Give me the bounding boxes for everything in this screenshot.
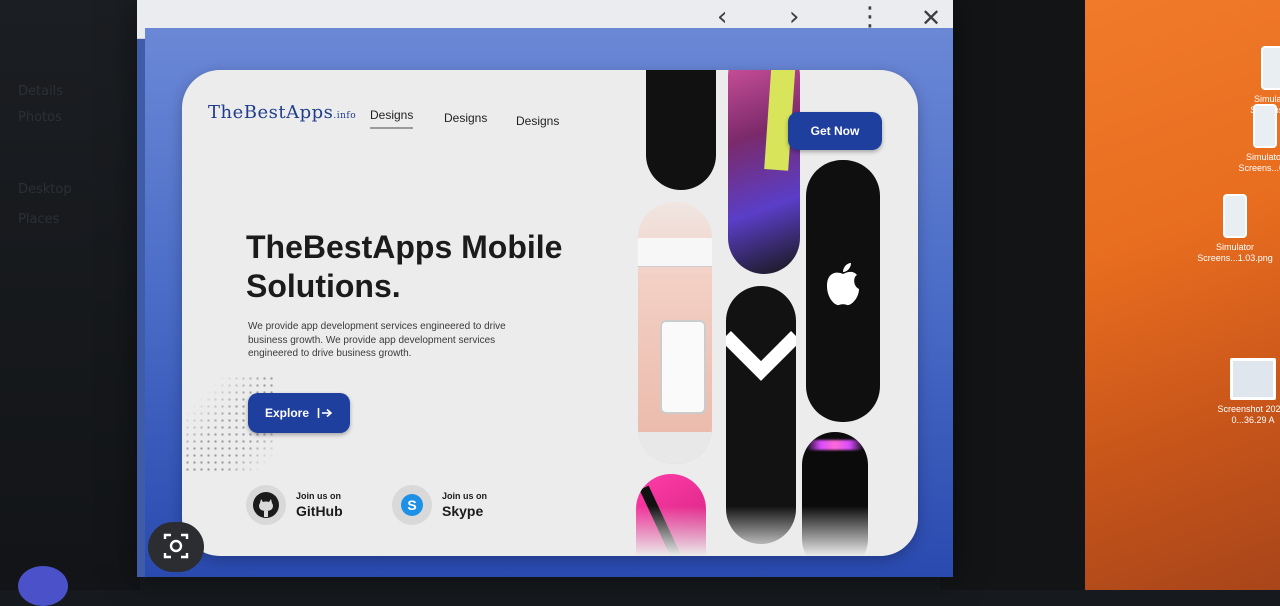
- deck-pink-phone: [638, 202, 712, 464]
- explore-label: Explore: [264, 406, 309, 420]
- desktop-file[interactable]: Simulator Screens...0.5: [1225, 104, 1280, 174]
- desktop-file[interactable]: Simulator Screens...1.03.png: [1195, 194, 1275, 264]
- skype-icon: S: [392, 485, 432, 525]
- site-logo[interactable]: TheBestApps.info: [208, 102, 356, 123]
- social-name: GitHub: [296, 503, 343, 519]
- ghost-item: Desktop: [18, 182, 72, 197]
- deck-black-top: [646, 70, 716, 190]
- ghost-item: Photos: [18, 110, 62, 125]
- arrow-right-bar-icon: [317, 408, 333, 418]
- get-now-button[interactable]: Get Now: [788, 112, 882, 150]
- github-link[interactable]: Join us on GitHub: [246, 485, 343, 525]
- lens-search-icon: [163, 533, 189, 559]
- deck-pink-purple: [728, 70, 800, 274]
- website-card: TheBestApps.info Designs Designs Designs…: [182, 70, 918, 556]
- ghost-item: Details: [18, 84, 64, 99]
- nav-item-designs[interactable]: Designs: [444, 111, 487, 125]
- nav-item-designs[interactable]: Designs: [370, 108, 414, 129]
- lens-button[interactable]: [148, 522, 204, 572]
- desktop-wallpaper: Simulator Screens...4 Simulator Screens.…: [1085, 0, 1280, 590]
- nav-item-designs[interactable]: Designs: [516, 114, 559, 128]
- hero-headline: TheBestApps Mobile Solutions.: [246, 229, 563, 304]
- file-label: Simulator Screens...0.5: [1238, 152, 1280, 173]
- assistant-icon[interactable]: [18, 566, 68, 606]
- ghost-item: Places: [18, 212, 60, 227]
- social-prefix: Join us on: [442, 491, 487, 501]
- collage-fade: [622, 506, 918, 556]
- file-label: Screenshot 2025-0...36.29 A: [1217, 404, 1280, 425]
- chevron-graphic: [726, 331, 796, 381]
- file-label: Simulator Screens...1.03.png: [1197, 242, 1273, 263]
- file-thumbnail: [1223, 194, 1247, 238]
- file-thumbnail: [1253, 104, 1277, 148]
- logo-suffix: .info: [333, 111, 357, 121]
- svg-text:S: S: [407, 497, 416, 513]
- logo-main: TheBestApps: [208, 102, 334, 123]
- explore-button[interactable]: Explore: [248, 393, 350, 433]
- file-thumbnail: [1230, 358, 1276, 400]
- file-thumbnail: [1261, 46, 1280, 90]
- desktop-file[interactable]: Screenshot 2025-0...36.29 A: [1213, 358, 1280, 426]
- apple-logo-icon: [827, 263, 859, 306]
- hero-description: We provide app development services engi…: [248, 321, 506, 359]
- social-name: Skype: [442, 503, 484, 519]
- deck-black-apple: [806, 160, 880, 422]
- github-icon: [246, 485, 286, 525]
- social-prefix: Join us on: [296, 491, 341, 501]
- skype-link[interactable]: S Join us on Skype: [392, 485, 487, 525]
- desktop-left-panel: Details Photos Desktop Places: [0, 0, 140, 590]
